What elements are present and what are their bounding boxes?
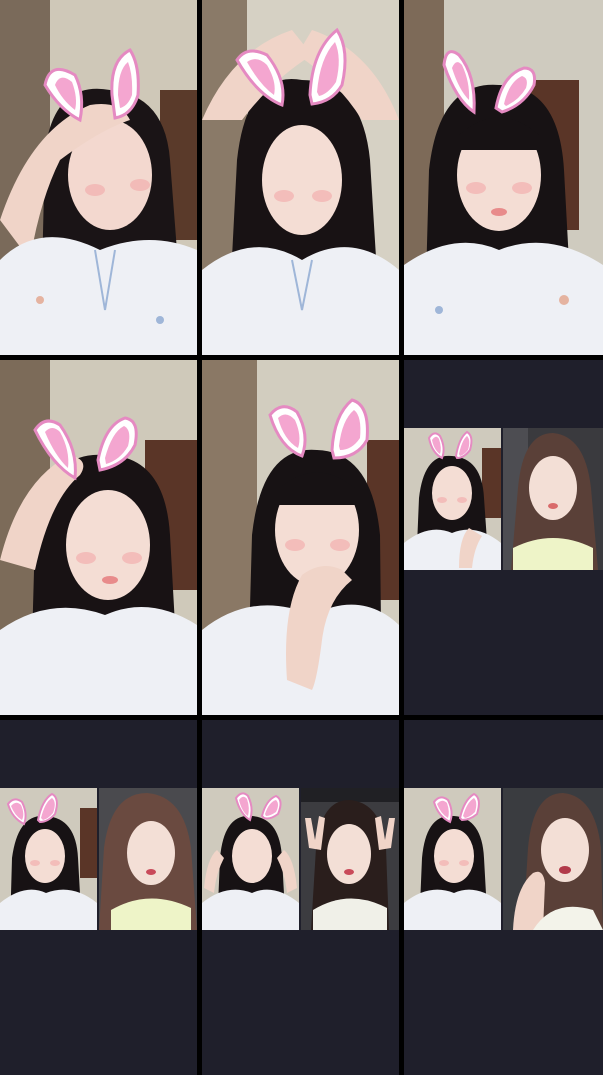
duet-left-photo <box>404 788 501 930</box>
video-tile-4[interactable] <box>0 360 197 715</box>
selfie-photo <box>404 0 603 355</box>
video-tile-6[interactable] <box>404 360 603 715</box>
selfie-photo <box>0 0 197 355</box>
selfie-photo <box>0 360 197 715</box>
video-tile-9[interactable] <box>404 720 603 1075</box>
video-tile-5[interactable] <box>202 360 399 715</box>
video-tile-1[interactable] <box>0 0 197 355</box>
video-grid <box>0 0 603 1075</box>
duet-right-photo <box>503 428 603 570</box>
duet-left-photo <box>0 788 97 930</box>
duet-left-photo <box>202 788 299 930</box>
video-tile-8[interactable] <box>202 720 399 1075</box>
video-tile-2[interactable] <box>202 0 399 355</box>
selfie-photo <box>202 360 399 715</box>
selfie-photo <box>202 0 399 355</box>
duet-right-photo <box>301 788 399 930</box>
video-tile-7[interactable] <box>0 720 197 1075</box>
video-tile-3[interactable] <box>404 0 603 355</box>
duet-right-photo <box>99 788 197 930</box>
duet-left-photo <box>404 428 501 570</box>
duet-right-photo <box>503 788 603 930</box>
